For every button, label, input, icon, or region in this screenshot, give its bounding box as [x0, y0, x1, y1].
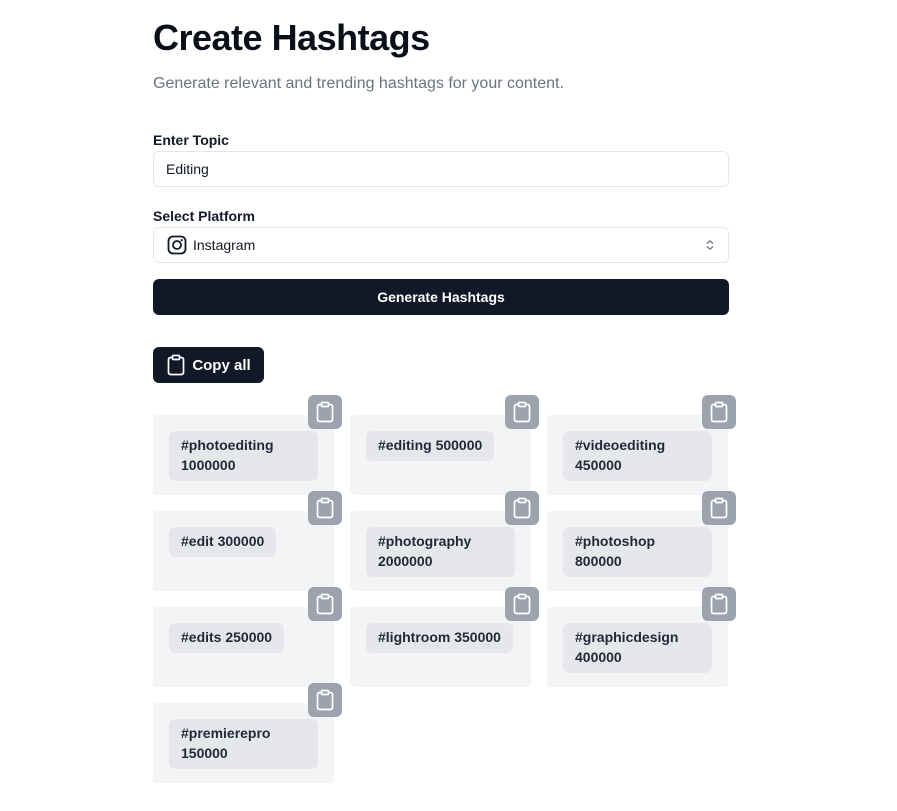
hashtag-chip: #photoediting 1000000: [169, 431, 318, 481]
clipboard-icon: [512, 401, 532, 423]
hashtag-name: #photography: [378, 533, 472, 549]
generate-hashtags-button[interactable]: Generate Hashtags: [153, 279, 729, 315]
hashtag-chip: #editing 500000: [366, 431, 495, 461]
hashtag-count: 450000: [575, 457, 622, 473]
topic-input[interactable]: [153, 151, 729, 187]
hashtag-chip: #photoshop 800000: [563, 527, 712, 577]
hashtag-card: #lightroom 350000: [350, 607, 531, 687]
copy-hashtag-button[interactable]: [505, 395, 539, 429]
hashtag-card: #photoediting 1000000: [153, 415, 334, 495]
clipboard-icon: [709, 497, 729, 519]
topic-label: Enter Topic: [153, 132, 229, 148]
hashtag-card: #videoediting 450000: [547, 415, 728, 495]
chevron-up-down-icon: [704, 238, 716, 252]
hashtag-card: #edit 300000: [153, 511, 334, 591]
page-subtitle: Generate relevant and trending hashtags …: [153, 75, 564, 92]
clipboard-icon: [709, 593, 729, 615]
platform-select[interactable]: Instagram: [153, 227, 729, 263]
copy-hashtag-button[interactable]: [308, 491, 342, 525]
hashtag-count: 400000: [575, 649, 622, 665]
hashtag-chip: #graphicdesign 400000: [563, 623, 712, 673]
hashtag-count: 500000: [435, 437, 483, 453]
copy-all-label: Copy all: [192, 356, 251, 374]
copy-all-button[interactable]: Copy all: [153, 347, 264, 383]
hashtag-count: 150000: [181, 745, 228, 761]
hashtag-chip: #photography 2000000: [366, 527, 515, 577]
hashtag-chip: #edits 250000: [169, 623, 285, 653]
hashtag-name: #edits: [181, 629, 222, 645]
create-hashtags-page: Create Hashtags Generate relevant and tr…: [0, 0, 897, 811]
hashtag-name: #lightroom: [378, 629, 451, 645]
hashtag-card: #photoshop 800000: [547, 511, 728, 591]
copy-hashtag-button[interactable]: [308, 587, 342, 621]
clipboard-icon: [315, 593, 335, 615]
hashtag-name: #videoediting: [575, 437, 666, 453]
hashtag-name: #photoediting: [181, 437, 274, 453]
hashtag-count: 350000: [454, 629, 501, 645]
clipboard-icon: [512, 497, 532, 519]
hashtag-count: 250000: [225, 629, 273, 645]
hashtag-name: #photoshop: [575, 533, 656, 549]
copy-hashtag-button[interactable]: [702, 491, 736, 525]
hashtag-chip: #videoediting 450000: [563, 431, 712, 481]
hashtag-chip: #premierepro 150000: [169, 719, 318, 769]
hashtag-count: 1000000: [181, 457, 236, 473]
hashtag-count: 2000000: [378, 553, 433, 569]
copy-hashtag-button[interactable]: [702, 587, 736, 621]
clipboard-icon: [315, 689, 335, 711]
copy-hashtag-button[interactable]: [702, 395, 736, 429]
clipboard-icon: [315, 497, 335, 519]
instagram-icon: [167, 235, 187, 255]
hashtag-card: #editing 500000: [350, 415, 531, 495]
hashtag-card: #premierepro 150000: [153, 703, 334, 783]
hashtag-name: #premierepro: [181, 725, 271, 741]
platform-label: Select Platform: [153, 208, 255, 224]
hashtag-chip: #edit 300000: [169, 527, 277, 557]
clipboard-icon: [512, 593, 532, 615]
copy-hashtag-button[interactable]: [308, 395, 342, 429]
clipboard-icon: [315, 401, 335, 423]
hashtag-count: 300000: [217, 533, 265, 549]
clipboard-icon: [166, 354, 186, 376]
hashtag-name: #edit: [181, 533, 214, 549]
hashtag-count: 800000: [575, 553, 622, 569]
copy-hashtag-button[interactable]: [308, 683, 342, 717]
copy-hashtag-button[interactable]: [505, 587, 539, 621]
hashtag-card: #photography 2000000: [350, 511, 531, 591]
copy-hashtag-button[interactable]: [505, 491, 539, 525]
hashtag-card: #edits 250000: [153, 607, 334, 687]
clipboard-icon: [709, 401, 729, 423]
page-title: Create Hashtags: [153, 17, 430, 58]
platform-select-value: Instagram: [193, 237, 256, 253]
hashtag-chip: #lightroom 350000: [366, 623, 513, 653]
hashtag-name: #graphicdesign: [575, 629, 679, 645]
hashtag-name: #editing: [378, 437, 432, 453]
hashtag-card: #graphicdesign 400000: [547, 607, 728, 687]
